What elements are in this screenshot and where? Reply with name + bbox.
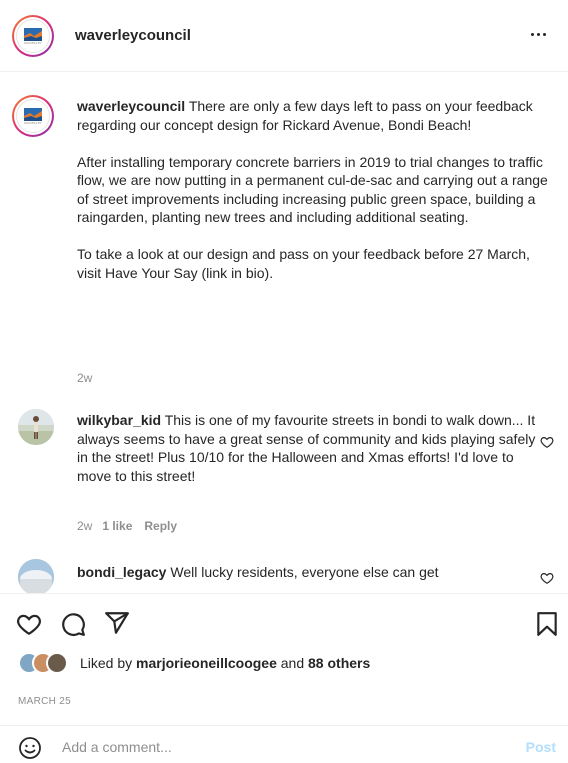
- add-comment-input[interactable]: [62, 734, 482, 760]
- more-dot-icon: [530, 32, 534, 36]
- add-comment-bar: Post: [0, 725, 568, 763]
- liked-by-user[interactable]: marjorieoneillcoogee: [136, 655, 277, 671]
- caption-avatar[interactable]: WAVERLEY: [12, 95, 54, 137]
- comment-like-count[interactable]: 1 like: [102, 519, 132, 533]
- liked-by-text: Liked by marjorieoneillcoogee and 88 oth…: [80, 655, 371, 671]
- liker-avatar[interactable]: [46, 652, 68, 674]
- caption-paragraph-3: To take a look at our design and pass on…: [77, 246, 530, 281]
- commenter-username[interactable]: wilkybar_kid: [77, 412, 161, 428]
- comment-timestamp[interactable]: 2w: [77, 519, 92, 533]
- author-avatar[interactable]: WAVERLEY: [12, 15, 54, 57]
- building-photo-icon: [18, 559, 54, 593]
- more-options-button[interactable]: [524, 22, 552, 46]
- post-date[interactable]: MARCH 25: [18, 696, 71, 707]
- liker-avatars: [18, 652, 74, 674]
- post-comment-button[interactable]: Post: [526, 739, 556, 755]
- waverley-logo: WAVERLEY: [16, 99, 50, 133]
- commenter-username[interactable]: bondi_legacy: [77, 564, 166, 580]
- caption-paragraph-2: After installing temporary concrete barr…: [77, 153, 548, 226]
- waverley-logo: WAVERLEY: [16, 19, 50, 53]
- like-comment-heart-icon[interactable]: [540, 435, 554, 449]
- reply-button[interactable]: Reply: [144, 519, 177, 533]
- comment-text: wilkybar_kid This is one of my favourite…: [77, 411, 542, 485]
- comment-meta: 2w 1 like Reply: [77, 519, 177, 533]
- commenter-avatar[interactable]: [18, 409, 54, 445]
- share-paper-plane-icon[interactable]: [104, 610, 130, 636]
- waverley-logo-icon: [24, 107, 42, 121]
- comment-bubble-icon[interactable]: [60, 611, 86, 637]
- caption-text: waverleycouncil There are only a few day…: [77, 97, 557, 301]
- commenter-avatar[interactable]: [18, 559, 54, 593]
- more-dot-icon: [536, 32, 540, 36]
- waverley-logo-icon: [24, 27, 42, 41]
- comments-scroll-area[interactable]: WAVERLEY waverleycouncil There are only …: [0, 73, 568, 593]
- comment-text: bondi_legacy Well lucky residents, every…: [77, 563, 542, 582]
- author-username[interactable]: waverleycouncil: [75, 27, 191, 44]
- post-actions: Liked by marjorieoneillcoogee and 88 oth…: [0, 593, 568, 763]
- post-header: WAVERLEY waverleycouncil: [0, 0, 568, 72]
- likes-summary: Liked by marjorieoneillcoogee and 88 oth…: [18, 652, 370, 674]
- save-bookmark-icon[interactable]: [534, 611, 560, 637]
- person-beach-photo-icon: [18, 409, 54, 445]
- comment-body: Well lucky residents, everyone else can …: [170, 564, 439, 580]
- emoji-smiley-icon[interactable]: [18, 736, 42, 760]
- caption-timestamp[interactable]: 2w: [77, 371, 92, 385]
- caption-username[interactable]: waverleycouncil: [77, 98, 185, 114]
- like-heart-icon[interactable]: [16, 611, 42, 637]
- more-dot-icon: [542, 32, 546, 36]
- like-comment-heart-icon[interactable]: [540, 571, 554, 585]
- liked-by-others[interactable]: 88 others: [308, 655, 370, 671]
